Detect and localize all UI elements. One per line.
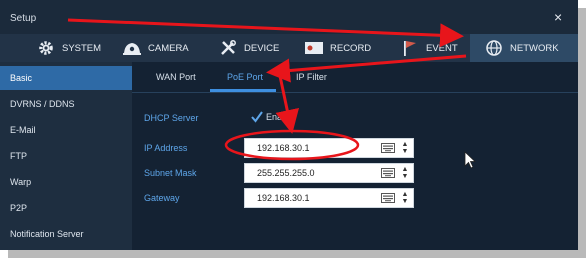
tab-network[interactable]: NETWORK [470,34,578,62]
gateway-value: 192.168.30.1 [257,193,310,203]
tab-label: EVENT [426,42,458,54]
tab-label: RECORD [330,42,372,54]
gateway-field[interactable]: 192.168.30.1 ▲ ▼ [244,188,414,208]
main-tab-bar: SYSTEM CAMERA DEVICE RECORD EVENT NETWOR… [0,34,578,62]
setup-window: Setup × SYSTEM CAMERA DEVICE RECORD EVEN… [0,0,578,250]
tab-device[interactable]: DEVICE [218,34,279,62]
ip-address-spinner[interactable]: ▲ ▼ [397,138,413,158]
subtab-bar: WAN Port PoE Port IP Filter [132,62,578,93]
subtab-ip-filter[interactable]: IP Filter [296,62,327,92]
record-icon [304,38,324,58]
sidebar-item-email[interactable]: E-Mail [0,118,132,142]
tab-record[interactable]: RECORD [304,34,371,62]
subnet-mask-label: Subnet Mask [144,168,197,178]
chevron-down-icon[interactable]: ▼ [402,173,409,180]
keyboard-icon[interactable] [379,191,397,205]
mouse-cursor-icon [464,151,477,174]
tab-camera[interactable]: CAMERA [122,34,189,62]
tab-label: DEVICE [244,42,280,54]
flag-icon [400,38,420,58]
keyboard-icon[interactable] [379,166,397,180]
subnet-mask-field[interactable]: 255.255.255.0 ▲ ▼ [244,163,414,183]
camera-icon [122,38,142,58]
subtab-wan-port[interactable]: WAN Port [156,62,196,92]
tab-label: NETWORK [510,42,559,54]
keyboard-icon[interactable] [379,141,397,155]
chevron-up-icon[interactable]: ▲ [402,191,409,198]
enable-label: Enab [266,112,288,122]
ip-address-value: 192.168.30.1 [257,143,310,153]
ip-address-field[interactable]: 192.168.30.1 ▲ ▼ [244,138,414,158]
tab-system[interactable]: SYSTEM [36,34,101,62]
sidebar-item-basic[interactable]: Basic [0,66,132,90]
gear-icon [36,38,56,58]
chevron-down-icon[interactable]: ▼ [402,198,409,205]
tools-icon [218,38,238,58]
chevron-down-icon[interactable]: ▼ [402,148,409,155]
globe-icon [484,38,504,58]
enable-checkbox[interactable] [250,110,264,124]
sidebar: Basic DVRNS / DDNS E-Mail FTP Warp P2P N… [0,62,132,250]
chevron-up-icon[interactable]: ▲ [402,166,409,173]
sidebar-item-notification-server[interactable]: Notification Server [0,222,132,246]
sidebar-item-dvrns-ddns[interactable]: DVRNS / DDNS [0,92,132,116]
sidebar-item-ftp[interactable]: FTP [0,144,132,168]
dhcp-server-label: DHCP Server [144,113,199,123]
tab-label: SYSTEM [62,42,102,54]
tab-event[interactable]: EVENT [400,34,458,62]
checkmark-icon [251,111,263,123]
subnet-mask-value: 255.255.255.0 [257,168,315,178]
gateway-label: Gateway [144,193,180,203]
title-bar: Setup × [0,0,578,36]
ip-address-label: IP Address [144,143,188,153]
window-title: Setup [10,13,37,24]
content-panel: WAN Port PoE Port IP Filter DHCP Server … [132,62,578,250]
close-icon[interactable]: × [554,10,562,24]
sidebar-item-p2p[interactable]: P2P [0,196,132,220]
sidebar-item-warp[interactable]: Warp [0,170,132,194]
subtab-poe-port[interactable]: PoE Port [227,62,263,92]
gateway-spinner[interactable]: ▲ ▼ [397,188,413,208]
active-subtab-indicator [210,89,276,92]
subnet-mask-spinner[interactable]: ▲ ▼ [397,163,413,183]
tab-label: CAMERA [148,42,189,54]
chevron-up-icon[interactable]: ▲ [402,141,409,148]
